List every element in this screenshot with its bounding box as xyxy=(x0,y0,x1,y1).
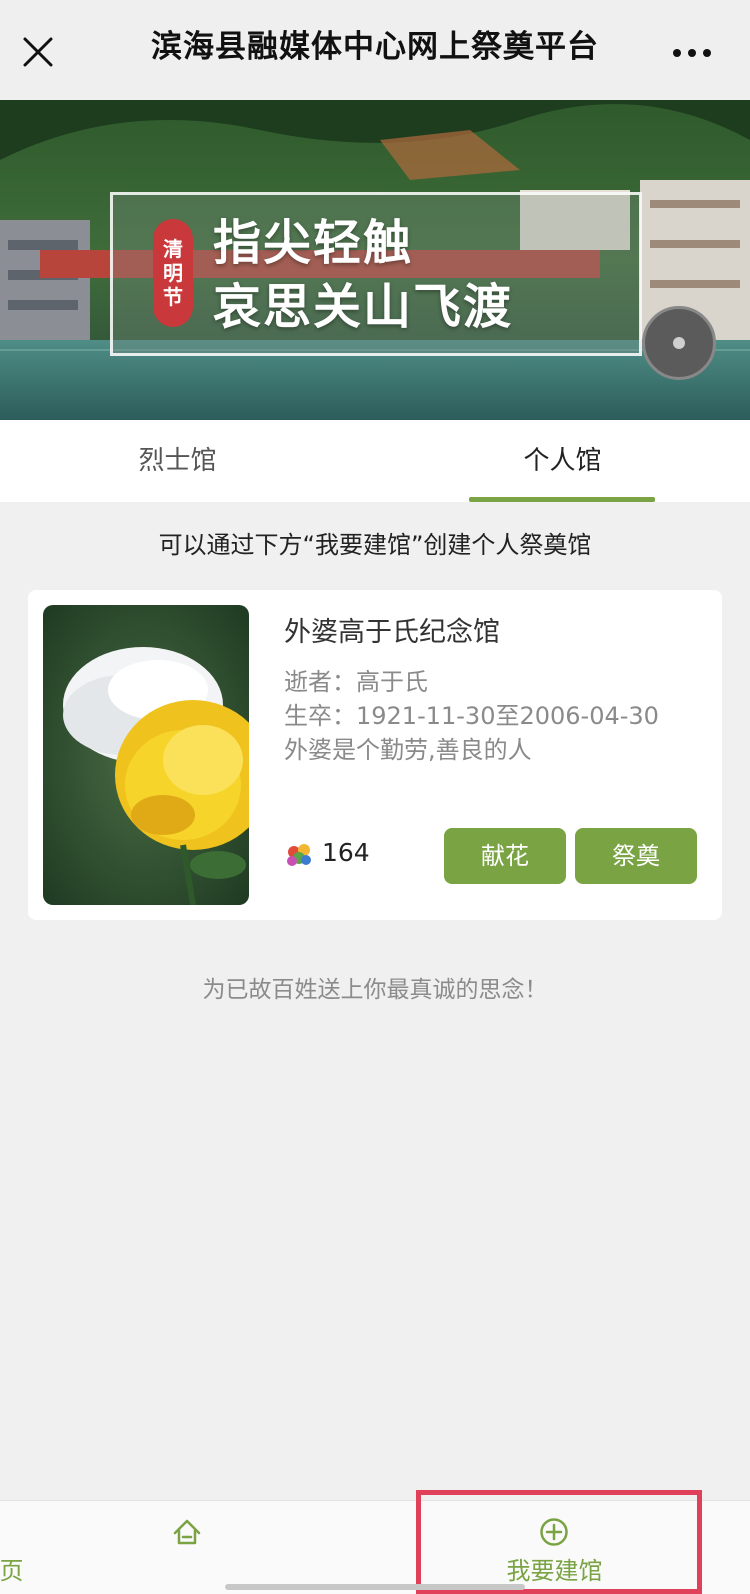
hall-tabs: 烈士馆 个人馆 xyxy=(0,420,750,502)
tab-label: 烈士馆 xyxy=(138,446,217,476)
nav-create-hall[interactable]: 我要建馆 xyxy=(375,1501,750,1594)
badge-char: 节 xyxy=(163,285,183,309)
nav-create-hall-label: 我要建馆 xyxy=(506,1557,603,1585)
memorial-description: 外婆是个勤劳,善良的人 xyxy=(284,736,532,764)
chrysanthemum-photo xyxy=(43,605,249,905)
offer-flower-button[interactable]: 献花 xyxy=(444,828,566,884)
flower-count: 164 xyxy=(322,838,370,867)
deceased-name: 逝者：高于氏 xyxy=(284,668,428,696)
slogan-frame: 清 明 节 指尖轻触 哀思关山飞渡 xyxy=(110,192,642,356)
close-icon[interactable] xyxy=(22,36,54,68)
memorial-name[interactable]: 外婆高于氏纪念馆 xyxy=(284,610,500,649)
tab-martyrs-hall[interactable]: 烈士馆 xyxy=(0,420,375,502)
page-title: 滨海县融媒体中心网上祭奠平台 xyxy=(151,28,599,65)
home-indicator xyxy=(225,1584,525,1590)
more-icon[interactable] xyxy=(672,48,712,58)
tab-personal-hall[interactable]: 个人馆 xyxy=(375,420,750,502)
top-bar: 滨海县融媒体中心网上祭奠平台 xyxy=(0,0,750,100)
slogan-line-2: 哀思关山飞渡 xyxy=(213,279,514,335)
create-hint: 可以通过下方“我要建馆”创建个人祭奠馆 xyxy=(158,531,592,559)
flower-bouquet-icon xyxy=(287,844,311,866)
active-tab-indicator xyxy=(469,497,655,502)
memorial-card[interactable]: 外婆高于氏纪念馆 逝者：高于氏 生卒：1921-11-30至2006-04-30… xyxy=(28,590,722,920)
banner-slogan: 指尖轻触 哀思关山飞渡 xyxy=(213,211,513,339)
home-icon xyxy=(173,1519,201,1545)
hero-banner: 清 明 节 指尖轻触 哀思关山飞渡 xyxy=(0,100,750,420)
nav-home-label: 首页 xyxy=(0,1557,24,1585)
lifespan-dates: 生卒：1921-11-30至2006-04-30 xyxy=(284,702,659,730)
plus-circle-icon xyxy=(540,1518,568,1546)
bottom-nav: 首页 我要建馆 xyxy=(0,1500,750,1594)
pay-tribute-button[interactable]: 祭奠 xyxy=(575,828,697,884)
nav-home[interactable]: 首页 xyxy=(0,1501,375,1594)
qingming-badge: 清 明 节 xyxy=(153,219,193,327)
slogan-line-1: 指尖轻触 xyxy=(213,215,414,271)
music-disc-icon[interactable] xyxy=(642,306,716,380)
badge-char: 明 xyxy=(163,261,183,285)
badge-char: 清 xyxy=(163,237,183,261)
footer-slogan: 为已故百姓送上你最真诚的思念！ xyxy=(202,977,548,1003)
tab-label: 个人馆 xyxy=(523,446,602,476)
